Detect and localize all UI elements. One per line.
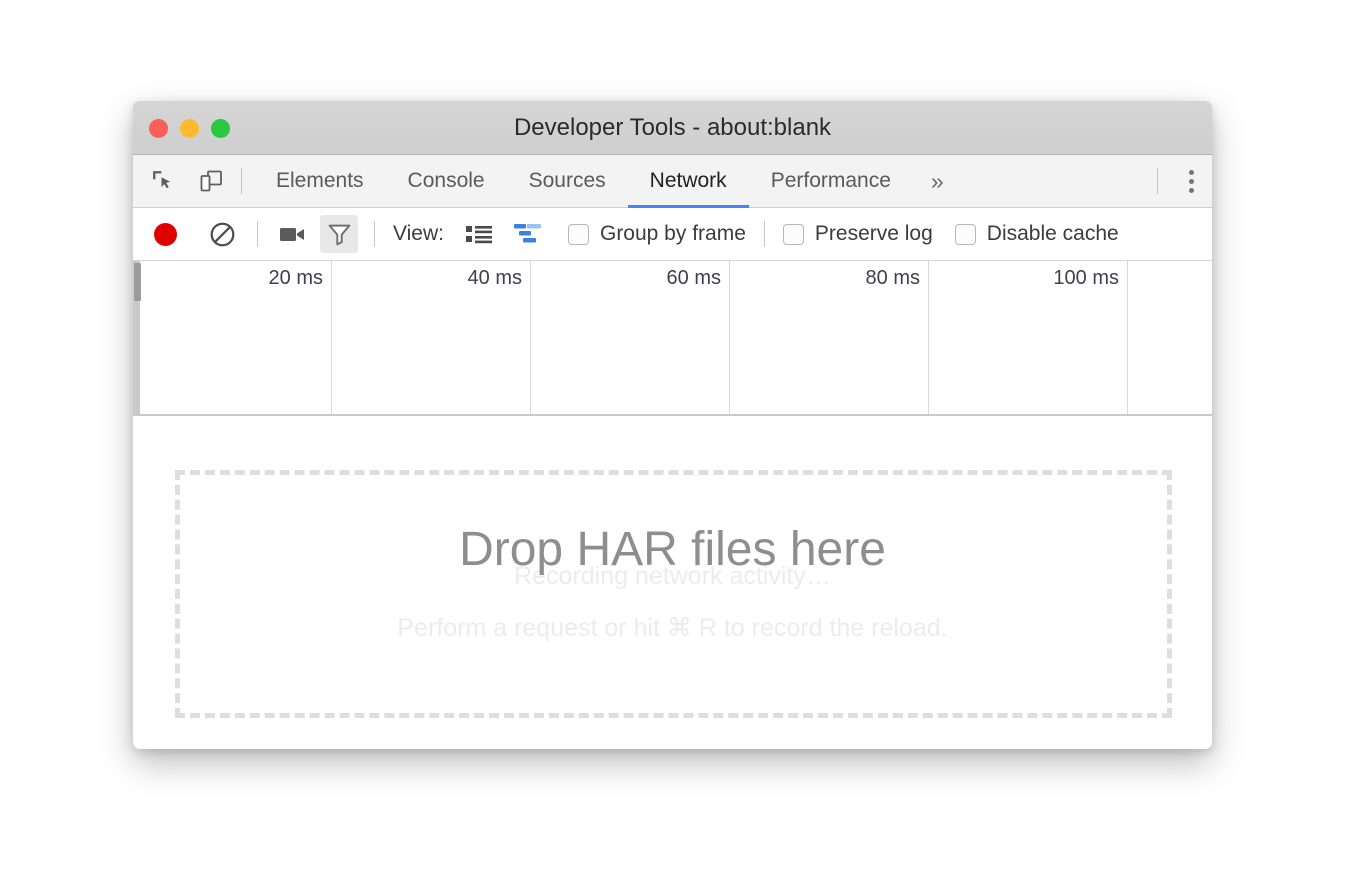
tab-network[interactable]: Network xyxy=(628,155,749,208)
timeline-tick: 80 ms xyxy=(730,261,929,416)
preserve-log-checkbox[interactable]: Preserve log xyxy=(783,222,933,246)
tabbar-divider xyxy=(241,168,242,194)
filter-icon xyxy=(327,222,352,247)
record-icon xyxy=(154,223,177,246)
timeline-tick: 20 ms xyxy=(133,261,332,416)
toolbar-divider-1 xyxy=(257,221,258,247)
toolbar-divider-3 xyxy=(764,221,765,247)
har-drop-zone[interactable] xyxy=(175,470,1172,718)
title-bar: Developer Tools - about:blank xyxy=(133,101,1212,155)
tab-performance[interactable]: Performance xyxy=(749,155,913,208)
checkbox-label: Preserve log xyxy=(815,222,933,246)
timeline-tick-label: 100 ms xyxy=(1053,267,1119,290)
timeline-tick: 40 ms xyxy=(332,261,531,416)
checkbox-box xyxy=(955,224,976,245)
timeline-tick-label: 60 ms xyxy=(667,267,721,290)
network-drop-panel[interactable]: Recording network activity… Perform a re… xyxy=(133,416,1212,749)
devtools-tab-bar: Elements Console Sources Network Perform… xyxy=(133,155,1212,208)
tabbar-right-group xyxy=(1145,155,1212,208)
timeline-tick: 100 ms xyxy=(929,261,1128,416)
timeline-tick-label: 80 ms xyxy=(866,267,920,290)
devtools-window: Developer Tools - about:blank Elements C… xyxy=(133,101,1212,749)
checkbox-box xyxy=(568,224,589,245)
network-timeline-ruler: 20 ms 40 ms 60 ms 80 ms 100 ms xyxy=(133,261,1212,416)
group-by-frame-checkbox[interactable]: Group by frame xyxy=(568,222,746,246)
network-toolbar: View: Group by frame xyxy=(133,208,1212,261)
checkbox-label: Group by frame xyxy=(600,222,746,246)
clear-icon xyxy=(209,221,236,248)
waterfall-view-icon[interactable] xyxy=(510,215,548,253)
timeline-tick-label: 20 ms xyxy=(269,267,323,290)
more-tabs-icon[interactable]: » xyxy=(913,155,962,208)
timeline-tick-label: 40 ms xyxy=(468,267,522,290)
device-toolbar-icon[interactable] xyxy=(193,163,229,199)
tab-list: Elements Console Sources Network Perform… xyxy=(254,155,962,208)
record-button[interactable] xyxy=(146,215,184,253)
tab-sources[interactable]: Sources xyxy=(507,155,628,208)
kebab-menu-icon[interactable] xyxy=(1170,155,1212,208)
drop-har-title: Drop HAR files here xyxy=(133,522,1212,577)
toolbar-divider-2 xyxy=(374,221,375,247)
tabbar-divider-right xyxy=(1157,168,1158,194)
clear-button[interactable] xyxy=(203,215,241,253)
camera-icon xyxy=(279,224,307,244)
disable-cache-checkbox[interactable]: Disable cache xyxy=(955,222,1119,246)
list-view-icon[interactable] xyxy=(460,215,498,253)
capture-screenshots-button[interactable] xyxy=(274,215,312,253)
tab-elements[interactable]: Elements xyxy=(254,155,386,208)
filter-button[interactable] xyxy=(320,215,358,253)
window-title: Developer Tools - about:blank xyxy=(133,101,1212,155)
view-label: View: xyxy=(393,222,444,246)
timeline-tick: 60 ms xyxy=(531,261,730,416)
inspect-element-icon[interactable] xyxy=(145,163,181,199)
checkbox-label: Disable cache xyxy=(987,222,1119,246)
checkbox-box xyxy=(783,224,804,245)
tab-console[interactable]: Console xyxy=(386,155,507,208)
